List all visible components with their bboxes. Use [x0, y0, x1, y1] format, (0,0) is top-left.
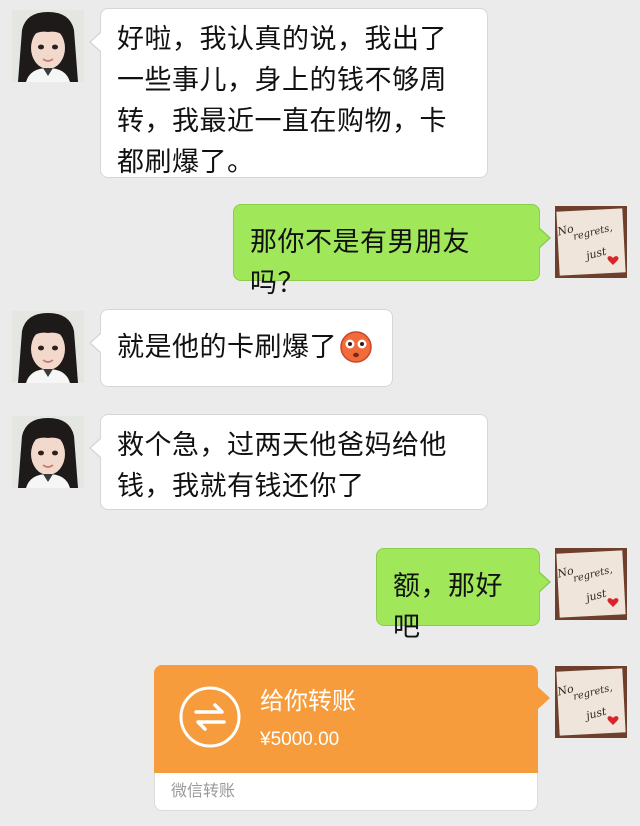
transfer-card-header: 给你转账 ¥5000.00	[154, 665, 538, 773]
my-avatar[interactable]	[555, 206, 627, 278]
no-regrets-note-avatar-icon	[555, 206, 627, 278]
message-text: 救个急，过两天他爸妈给他钱，我就有钱还你了	[117, 430, 447, 502]
no-regrets-note-avatar-icon	[555, 666, 627, 738]
message-bubble-incoming[interactable]: 救个急，过两天他爸妈给他钱，我就有钱还你了	[89, 414, 488, 510]
transfer-card-footer: 微信转账	[154, 773, 538, 811]
message-bubble-incoming[interactable]: 就是他的卡刷爆了	[89, 309, 393, 387]
no-regrets-note-avatar-icon	[555, 548, 627, 620]
contact-avatar[interactable]	[12, 10, 84, 82]
contact-avatar[interactable]	[12, 416, 84, 488]
message-text: 好啦，我认真的说，我出了一些事儿，身上的钱不够周转，我最近一直在购物，卡都刷爆了…	[117, 24, 447, 178]
message-bubble-outgoing[interactable]: 额，那好吧	[376, 548, 551, 643]
transfer-label: 微信转账	[171, 781, 236, 800]
flushed-face-emoji-icon	[340, 330, 372, 363]
girl-photo-avatar-icon	[12, 416, 84, 488]
message-bubble-outgoing[interactable]: 那你不是有男朋友吗？	[233, 204, 551, 299]
contact-avatar[interactable]	[12, 311, 84, 383]
my-avatar[interactable]	[555, 548, 627, 620]
message-text: 那你不是有男朋友吗？	[250, 227, 470, 299]
girl-photo-avatar-icon	[12, 311, 84, 383]
transfer-arrows-icon	[179, 686, 241, 748]
message-text: 就是他的卡刷爆了	[117, 332, 337, 363]
bubble-tail	[538, 687, 550, 709]
girl-photo-avatar-icon	[12, 10, 84, 82]
message-text: 额，那好吧	[393, 571, 503, 643]
transfer-title: 给你转账	[260, 687, 356, 715]
my-avatar[interactable]	[555, 666, 627, 738]
transfer-amount: ¥5000.00	[260, 729, 340, 750]
wechat-transfer-card[interactable]: 给你转账 ¥5000.00 微信转账	[154, 665, 550, 811]
message-bubble-incoming[interactable]: 好啦，我认真的说，我出了一些事儿，身上的钱不够周转，我最近一直在购物，卡都刷爆了…	[89, 8, 488, 178]
